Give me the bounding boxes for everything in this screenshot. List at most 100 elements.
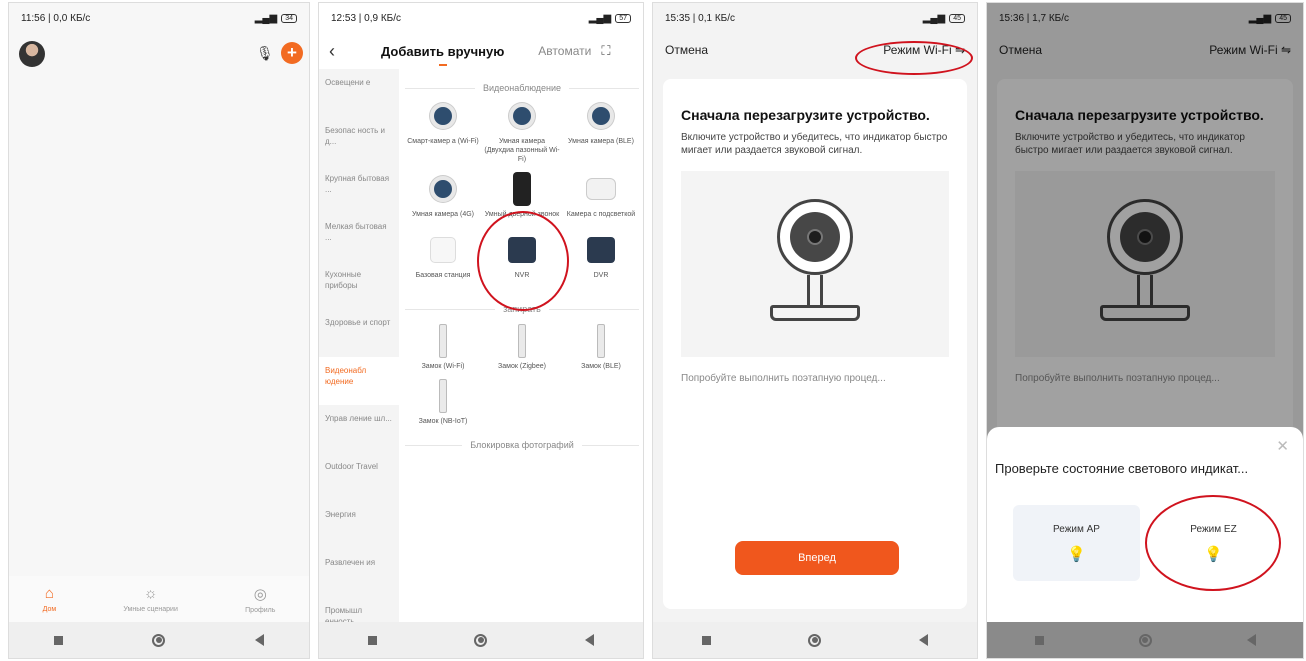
bottom-sheet: ✕ Проверьте состояние светового индикат.… xyxy=(987,427,1303,624)
tab-home[interactable]: ⌂ Дом xyxy=(43,585,57,613)
bulb-icon: 💡 xyxy=(1067,545,1086,563)
back-button[interactable] xyxy=(255,634,265,646)
close-icon[interactable]: ✕ xyxy=(1276,437,1289,455)
floodlight-camera-icon xyxy=(586,178,616,200)
recents-button[interactable] xyxy=(701,635,711,645)
screen-reset-device: 15:35 | 0,1 КБ/с ▂▄▆ 45 Отмена Режим Wi-F… xyxy=(652,2,978,659)
bottom-tab-bar: ⌂ Дом ☼ Умные сценарии ◎ Профиль xyxy=(9,576,309,622)
screen-home: 11:56 | 0,0 КБ/с ▂▄▆ 34 🎙 + ⌂ Дом ☼ Умные с… xyxy=(8,2,310,659)
doorbell-icon xyxy=(513,172,531,206)
back-button[interactable] xyxy=(585,634,595,646)
device-item[interactable]: Умная камера (4G) xyxy=(405,172,481,219)
device-item[interactable]: Умная камера (BLE) xyxy=(563,99,639,164)
device-item[interactable]: Замок (NB-IoT) xyxy=(405,379,481,426)
system-nav-bar xyxy=(987,622,1303,658)
lock-icon xyxy=(439,379,447,413)
instruction-heading: Сначала перезагрузите устройство. xyxy=(681,107,930,123)
page-title[interactable]: Добавить вручную xyxy=(381,44,504,66)
device-item[interactable]: Базовая станция xyxy=(405,233,481,280)
device-item[interactable]: Замок (Zigbee) xyxy=(484,324,560,371)
highlight-oval xyxy=(477,211,569,311)
recents-button[interactable] xyxy=(53,635,63,645)
highlight-oval xyxy=(1145,495,1281,591)
base-station-icon xyxy=(430,237,456,263)
device-item[interactable]: Камера с подсветкой xyxy=(563,172,639,219)
screen-indicator-mode: 15:36 | 1,7 КБ/с ▂▄▆ 45 Отмена Режим Wi-F… xyxy=(986,2,1304,659)
status-bar: 11:56 | 0,0 КБ/с ▂▄▆ 34 xyxy=(9,3,309,33)
home-button[interactable] xyxy=(474,633,488,647)
tab-profile[interactable]: ◎ Профиль xyxy=(245,585,275,614)
dvr-icon xyxy=(587,237,615,263)
home-icon: ⌂ xyxy=(44,585,54,602)
instruction-card: Сначала перезагрузите устройство. Включи… xyxy=(663,79,967,609)
avatar[interactable] xyxy=(19,41,45,67)
status-time: 11:56 | 0,0 КБ/с xyxy=(21,12,91,24)
back-button[interactable] xyxy=(919,634,929,646)
screen-add-manually: 12:53 | 0,9 КБ/с ▂▄▆ 57 ‹ Добавить вручну… xyxy=(318,2,644,659)
sidebar-item[interactable]: Крупная бытовая ... xyxy=(319,165,399,213)
tab-scenes[interactable]: ☼ Умные сценарии xyxy=(123,585,177,613)
device-item[interactable]: Умная камера (Двухдиа пазонный Wi-Fi) xyxy=(484,99,560,164)
signal-icon: ▂▄▆ xyxy=(922,12,946,24)
system-nav-bar xyxy=(653,622,977,658)
lock-icon xyxy=(439,324,447,358)
sidebar-item[interactable]: Здоровье и спорт xyxy=(319,309,399,357)
back-button[interactable] xyxy=(1246,634,1256,646)
instruction-text: Включите устройство и убедитесь, что инд… xyxy=(681,132,948,156)
sidebar-item[interactable]: Развлечен ия xyxy=(319,549,399,597)
device-item[interactable]: Смарт-камер а (Wi-Fi) xyxy=(405,99,481,164)
camera-illustration-icon xyxy=(770,199,860,329)
sidebar-item[interactable]: Outdoor Travel xyxy=(319,453,399,501)
home-button[interactable] xyxy=(808,633,822,647)
sidebar-item[interactable]: Безопас ность и д... xyxy=(319,117,399,165)
device-item[interactable]: Замок (Wi-Fi) xyxy=(405,324,481,371)
status-time: 12:53 | 0,9 КБ/с xyxy=(331,12,402,24)
recents-button[interactable] xyxy=(1034,635,1044,645)
category-sidebar: Освещени е Безопас ность и д... Крупная … xyxy=(319,69,399,626)
home-button[interactable] xyxy=(1138,633,1152,647)
tab-auto[interactable]: Автомати xyxy=(538,44,591,58)
device-illustration xyxy=(681,171,949,357)
signal-icon: ▂▄▆ xyxy=(588,12,612,24)
battery-icon: 45 xyxy=(949,13,965,23)
microphone-icon[interactable]: 🎙 xyxy=(256,45,274,62)
back-arrow-icon[interactable]: ‹ xyxy=(329,41,335,62)
profile-icon: ◎ xyxy=(253,585,267,603)
sidebar-item[interactable]: Освещени е xyxy=(319,69,399,117)
lock-icon xyxy=(597,324,605,358)
system-nav-bar xyxy=(9,622,309,658)
sidebar-item[interactable]: Мелкая бытовая ... xyxy=(319,213,399,261)
camera-icon xyxy=(430,103,456,129)
section-heading: Видеонаблюдение xyxy=(405,83,639,93)
battery-icon: 34 xyxy=(281,13,297,23)
camera-icon xyxy=(509,103,535,129)
section-heading: Блокировка фотографий xyxy=(405,440,639,450)
highlight-oval xyxy=(855,41,973,75)
sidebar-item[interactable]: Кухонные приборы xyxy=(319,261,399,309)
add-device-button[interactable]: + xyxy=(281,42,303,64)
sidebar-item[interactable]: Энергия xyxy=(319,501,399,549)
status-time: 15:35 | 0,1 КБ/с xyxy=(665,12,736,24)
scan-icon[interactable]: ⛶ xyxy=(601,43,610,59)
next-button[interactable]: Вперед xyxy=(735,541,899,575)
system-nav-bar xyxy=(319,622,643,658)
device-item[interactable]: Замок (BLE) xyxy=(563,324,639,371)
sidebar-item[interactable]: Управ ление шл... xyxy=(319,405,399,453)
lock-icon xyxy=(518,324,526,358)
status-bar: 15:35 | 0,1 КБ/с ▂▄▆ 45 xyxy=(653,3,977,33)
recents-button[interactable] xyxy=(367,635,377,645)
status-bar: 12:53 | 0,9 КБ/с ▂▄▆ 57 xyxy=(319,3,643,33)
sheet-title: Проверьте состояние светового индикат... xyxy=(995,461,1249,476)
step-by-step-link[interactable]: Попробуйте выполнить поэтапную процед... xyxy=(681,373,949,384)
battery-icon: 57 xyxy=(615,13,631,23)
sun-icon: ☼ xyxy=(143,585,158,602)
device-item[interactable]: DVR xyxy=(563,233,639,280)
home-button[interactable] xyxy=(152,633,166,647)
camera-icon xyxy=(430,176,456,202)
camera-icon xyxy=(588,103,614,129)
signal-icon: ▂▄▆ xyxy=(254,12,278,24)
cancel-button[interactable]: Отмена xyxy=(665,43,708,57)
sidebar-item-video[interactable]: Видеонабл юдение xyxy=(319,357,399,405)
mode-ap-option[interactable]: Режим AP 💡 xyxy=(1013,505,1140,581)
header: ‹ Добавить вручную Автомати ⛶ xyxy=(319,33,643,69)
